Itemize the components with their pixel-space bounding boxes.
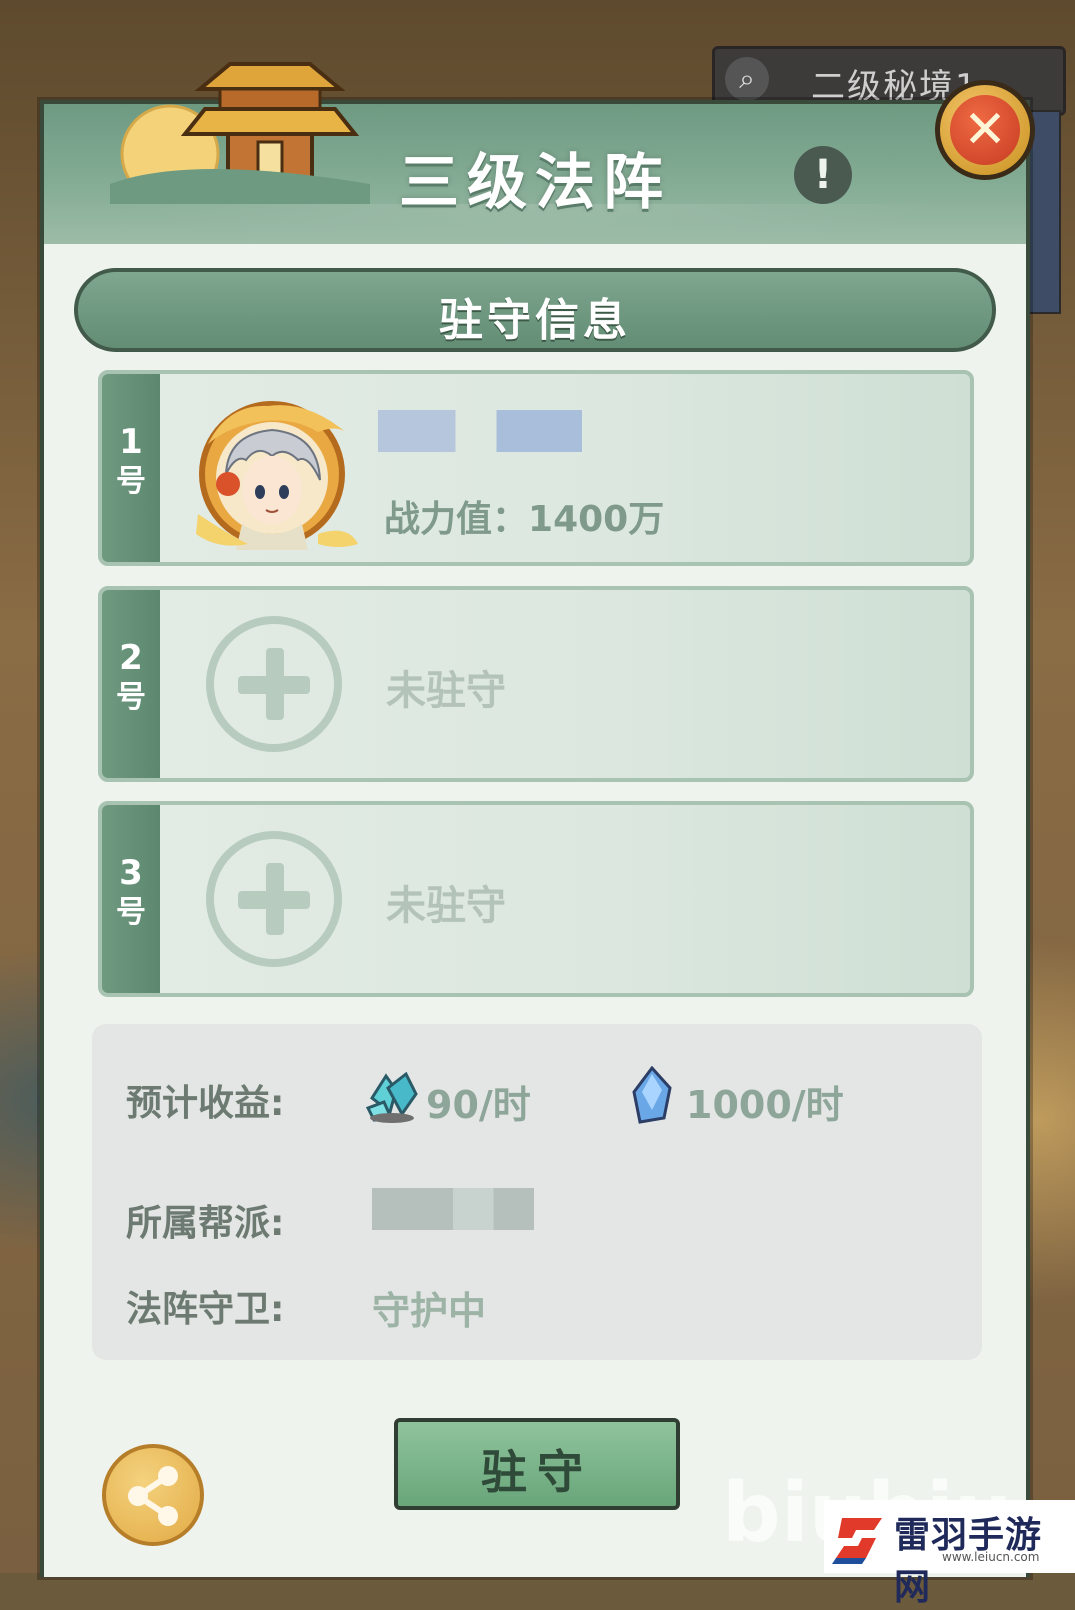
slot-number: 2 号 xyxy=(116,638,146,715)
garrison-slot-3[interactable]: 3 号 未驻守 xyxy=(98,801,974,997)
info-icon[interactable]: ! xyxy=(794,146,852,204)
guild-name-redacted xyxy=(372,1188,534,1230)
guild-label: 所属帮派: xyxy=(126,1203,285,1244)
slot-empty-label: 未驻守 xyxy=(386,883,506,929)
income-label: 预计收益: xyxy=(126,1083,285,1124)
site-brand-logo: 雷羽手游网 www.leiucn.com xyxy=(824,1500,1075,1608)
hero-name-redacted xyxy=(378,410,582,452)
pavilion-icon xyxy=(110,62,370,204)
close-button[interactable]: ✕ xyxy=(935,80,1035,180)
blue-gem-icon xyxy=(632,1066,672,1124)
station-button-label: 驻守 xyxy=(481,1445,593,1499)
garrison-slot-1[interactable]: 1 号 战力值：1400万 xyxy=(98,370,974,566)
slot-number: 3 号 xyxy=(116,853,146,930)
close-icon: ✕ xyxy=(950,95,1020,165)
income-rate-crystal: 90/时 xyxy=(426,1083,531,1127)
add-garrison-plus-icon[interactable] xyxy=(206,616,342,752)
income-rate-gem: 1000/时 xyxy=(686,1083,844,1127)
share-button[interactable] xyxy=(102,1444,204,1546)
formation-panel: 三级法阵 ! 驻守信息 1 号 战力值：1400万 2 号 未驻守 3 号 未驻… xyxy=(40,62,1030,1577)
slot-empty-label: 未驻守 xyxy=(386,668,506,714)
brand-logo-icon xyxy=(832,1518,882,1564)
hero-power: 战力值：1400万 xyxy=(384,499,665,540)
garrison-info-header: 驻守信息 xyxy=(74,268,996,352)
add-garrison-plus-icon[interactable] xyxy=(206,831,342,967)
teal-crystal-icon xyxy=(365,1071,418,1123)
guard-label: 法阵守卫: xyxy=(126,1289,285,1330)
hero-avatar xyxy=(196,401,358,550)
formation-info-box: 预计收益: 90/时 1000/时 所属帮派: 法阵守卫: 守护中 xyxy=(92,1024,982,1360)
share-icon xyxy=(128,1466,178,1526)
guard-status: 守护中 xyxy=(372,1289,487,1333)
station-button[interactable]: 驻守 xyxy=(394,1418,680,1510)
garrison-info-title: 驻守信息 xyxy=(439,295,631,346)
garrison-slot-2[interactable]: 2 号 未驻守 xyxy=(98,586,974,782)
slot-number: 1 号 xyxy=(116,422,146,499)
magnifier-icon: ⌕ xyxy=(725,57,769,101)
brand-url: www.leiucn.com xyxy=(942,1550,1040,1564)
